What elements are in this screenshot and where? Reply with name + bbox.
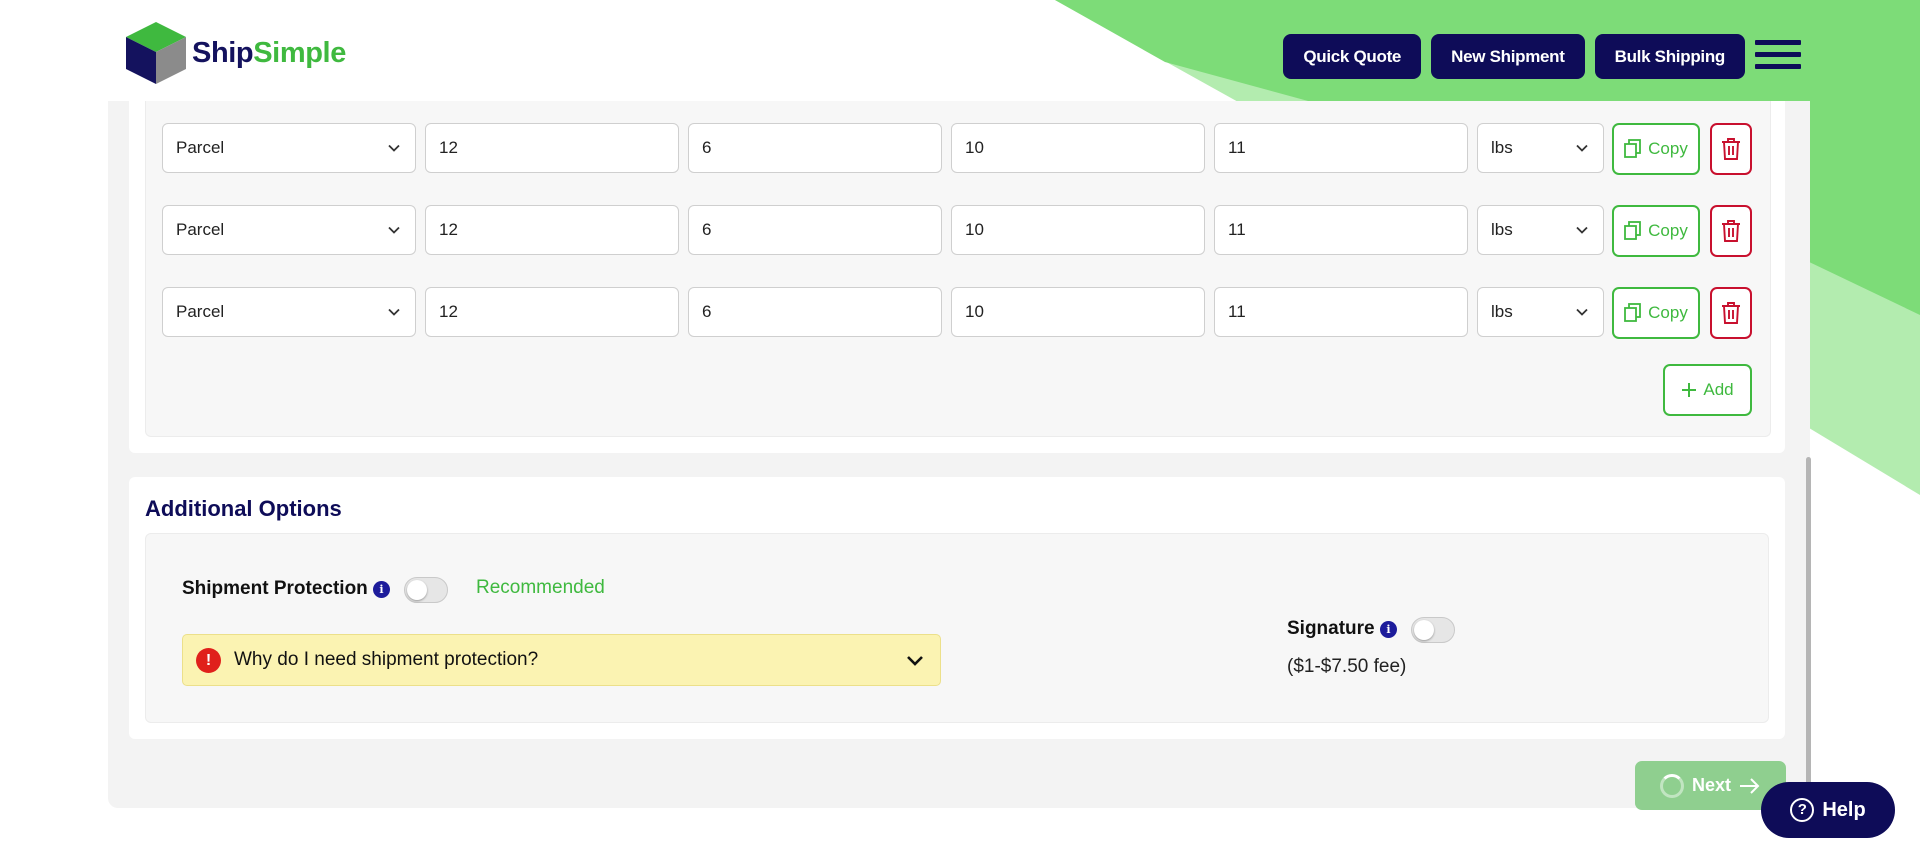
alert-icon: ! xyxy=(196,648,221,673)
length-input[interactable]: 12 xyxy=(425,123,679,173)
trash-icon xyxy=(1722,302,1740,324)
delete-package-button[interactable] xyxy=(1710,123,1752,175)
shipment-protection-toggle[interactable] xyxy=(404,577,448,603)
chevron-down-icon xyxy=(1576,226,1588,234)
plus-icon xyxy=(1682,383,1697,397)
loading-spinner-icon xyxy=(1659,773,1684,798)
trash-icon xyxy=(1722,220,1740,242)
question-circle-icon: ? xyxy=(1790,798,1815,822)
height-input[interactable]: 10 xyxy=(951,287,1205,337)
copy-icon xyxy=(1624,303,1642,322)
copy-package-button[interactable]: Copy xyxy=(1612,287,1700,339)
shipment-protection-accordion[interactable]: ! Why do I need shipment protection? xyxy=(182,634,941,686)
signature-label: Signature xyxy=(1287,618,1375,639)
info-icon[interactable]: i xyxy=(1380,621,1397,638)
copy-package-button[interactable]: Copy xyxy=(1612,123,1700,175)
logo-wordmark: ShipSimple xyxy=(192,36,346,69)
width-input[interactable]: 6 xyxy=(688,287,942,337)
length-input[interactable]: 12 xyxy=(425,205,679,255)
arrow-right-icon xyxy=(1740,777,1760,794)
chevron-down-icon xyxy=(907,656,923,666)
delete-package-button[interactable] xyxy=(1710,205,1752,257)
delete-package-button[interactable] xyxy=(1710,287,1752,339)
package-type-select[interactable]: Parcel xyxy=(162,287,416,337)
help-button[interactable]: ? Help xyxy=(1761,782,1895,838)
recommended-label: Recommended xyxy=(476,577,605,598)
weight-unit-select[interactable]: lbs xyxy=(1477,123,1604,173)
trash-icon xyxy=(1722,138,1740,160)
weight-input[interactable]: 11 xyxy=(1214,205,1468,255)
bulk-shipping-button[interactable]: Bulk Shipping xyxy=(1594,34,1745,79)
chevron-down-icon xyxy=(388,226,400,234)
scrollbar[interactable] xyxy=(1806,457,1811,809)
why-protection-text: Why do I need shipment protection? xyxy=(234,649,539,670)
shipsimple-logo[interactable]: ShipSimple xyxy=(124,20,346,86)
new-shipment-button[interactable]: New Shipment xyxy=(1431,34,1585,79)
weight-input[interactable]: 11 xyxy=(1214,287,1468,337)
chevron-down-icon xyxy=(1576,308,1588,316)
weight-unit-select[interactable]: lbs xyxy=(1477,287,1604,337)
height-input[interactable]: 10 xyxy=(951,205,1205,255)
length-input[interactable]: 12 xyxy=(425,287,679,337)
chevron-down-icon xyxy=(388,144,400,152)
copy-icon xyxy=(1624,139,1642,158)
weight-input[interactable]: 11 xyxy=(1214,123,1468,173)
package-type-select[interactable]: Parcel xyxy=(162,123,416,173)
signature-fee-text: ($1-$7.50 fee) xyxy=(1287,656,1407,677)
additional-options-body xyxy=(145,533,1769,723)
height-input[interactable]: 10 xyxy=(951,123,1205,173)
quick-quote-button[interactable]: Quick Quote xyxy=(1283,34,1422,79)
add-package-button[interactable]: Add xyxy=(1663,364,1752,416)
signature-toggle[interactable] xyxy=(1411,617,1455,643)
shipment-protection-label: Shipment Protection xyxy=(182,578,368,599)
copy-icon xyxy=(1624,221,1642,240)
chevron-down-icon xyxy=(388,308,400,316)
copy-package-button[interactable]: Copy xyxy=(1612,205,1700,257)
cube-logo-icon xyxy=(126,22,186,84)
hamburger-menu-icon[interactable] xyxy=(1755,40,1801,74)
width-input[interactable]: 6 xyxy=(688,123,942,173)
info-icon[interactable]: i xyxy=(373,581,390,598)
header-nav: Quick Quote New Shipment Bulk Shipping xyxy=(1283,34,1745,79)
additional-options-title: Additional Options xyxy=(145,496,342,521)
width-input[interactable]: 6 xyxy=(688,205,942,255)
weight-unit-select[interactable]: lbs xyxy=(1477,205,1604,255)
package-type-select[interactable]: Parcel xyxy=(162,205,416,255)
chevron-down-icon xyxy=(1576,144,1588,152)
